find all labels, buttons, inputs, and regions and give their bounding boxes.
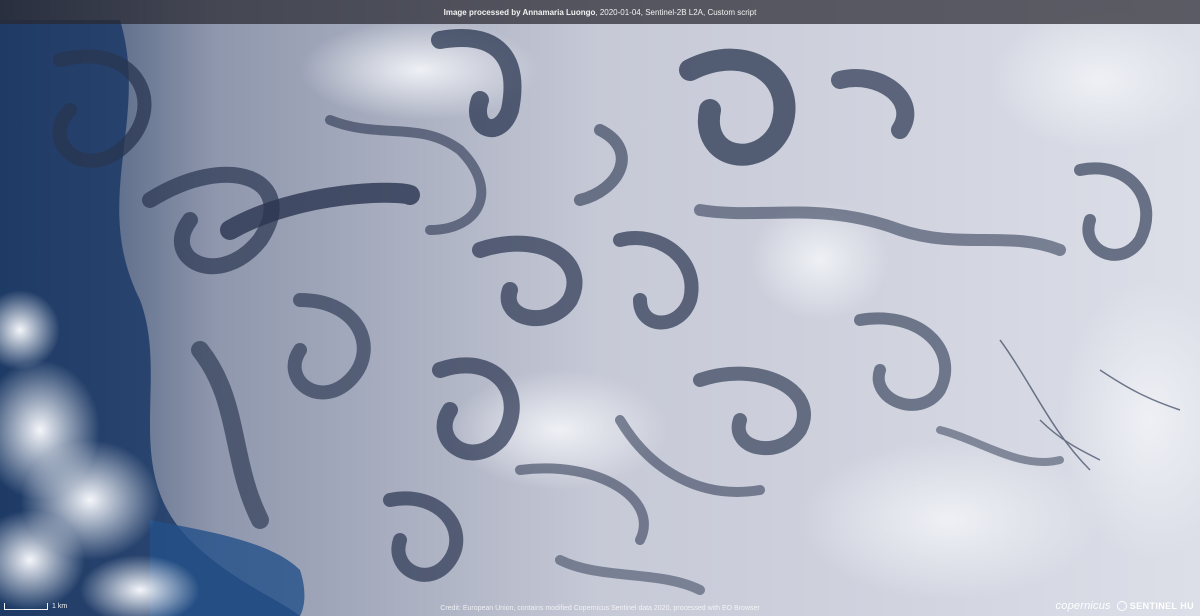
sentinel-hub-logo-text: SENTINEL HU	[1129, 601, 1194, 611]
sea-ice-eddies-imagery	[0, 0, 1200, 616]
caption-details: , 2020-01-04, Sentinel-2B L2A, Custom sc…	[595, 7, 757, 17]
satellite-image-viewer: Image processed by Annamaria Luongo, 202…	[0, 0, 1200, 616]
copernicus-logo: copernicus	[1056, 600, 1111, 612]
provider-logos: copernicus SENTINEL HU	[1056, 600, 1194, 612]
sentinel-hub-icon	[1116, 601, 1127, 611]
image-caption-bar: Image processed by Annamaria Luongo, 202…	[0, 0, 1200, 24]
image-credit: Credit: European Union, contains modifie…	[440, 605, 760, 612]
copernicus-logo-text: opernicus	[1061, 600, 1111, 612]
sentinel-hub-logo: SENTINEL HU	[1116, 601, 1194, 611]
caption-author: Image processed by Annamaria Luongo	[443, 7, 596, 17]
